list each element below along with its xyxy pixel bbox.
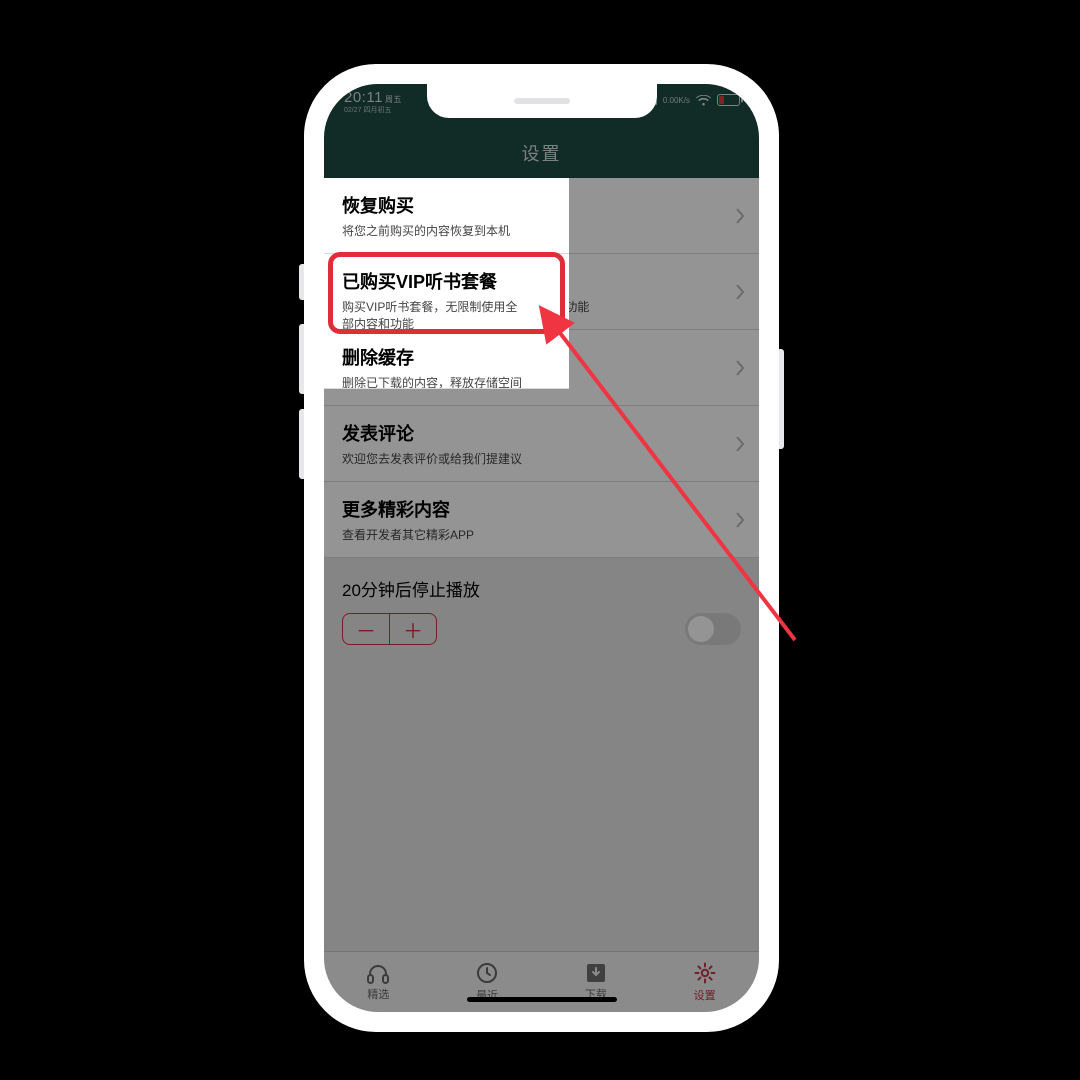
tab-settings[interactable]: 设置 bbox=[650, 952, 759, 1012]
status-date: 02/27 四月初五 bbox=[344, 107, 402, 114]
chevron-right-icon bbox=[735, 360, 745, 376]
tab-label: 设置 bbox=[694, 987, 716, 1003]
content: 恢复购买 将您之前购买的内容恢复到本机 已购买VIP听书套餐 购买VIP听书套餐… bbox=[324, 178, 759, 952]
chevron-right-icon bbox=[735, 208, 745, 224]
battery-icon bbox=[717, 94, 743, 106]
row-subtitle: 将您之前购买的内容恢复到本机 bbox=[342, 222, 719, 239]
row-subtitle: 查看开发者其它精彩APP bbox=[342, 526, 719, 543]
sleep-timer-label: 20分钟后停止播放 bbox=[342, 576, 741, 601]
row-title: 更多精彩内容 bbox=[342, 496, 719, 522]
tab-recent[interactable]: 最近 bbox=[433, 952, 542, 1012]
row-title: 已购买VIP听书套餐 bbox=[342, 268, 719, 294]
row-clear-cache[interactable]: 删除缓存 删除已下载的内容，释放存储空间 bbox=[324, 330, 759, 406]
sleep-timer-stepper: － ＋ bbox=[342, 613, 437, 645]
row-more-apps[interactable]: 更多精彩内容 查看开发者其它精彩APP bbox=[324, 482, 759, 558]
row-sleep-timer: 20分钟后停止播放 － ＋ bbox=[324, 558, 759, 657]
tab-bar: 精选 最近 下载 设置 bbox=[324, 951, 759, 1012]
tab-featured[interactable]: 精选 bbox=[324, 952, 433, 1012]
tab-downloads[interactable]: 下载 bbox=[542, 952, 651, 1012]
row-vip-purchased[interactable]: 已购买VIP听书套餐 购买VIP听书套餐，无限制使用全部内容和功能 bbox=[324, 254, 759, 330]
status-time: 20:11 bbox=[344, 89, 383, 106]
clock-icon bbox=[475, 961, 499, 985]
row-title: 删除缓存 bbox=[342, 344, 719, 370]
chevron-right-icon bbox=[735, 436, 745, 452]
row-title: 恢复购买 bbox=[342, 192, 719, 218]
chevron-right-icon bbox=[735, 284, 745, 300]
status-day: 周五 bbox=[385, 95, 402, 104]
navbar: 设置 bbox=[324, 128, 759, 178]
row-subtitle: 删除已下载的内容，释放存储空间 bbox=[342, 374, 719, 391]
row-restore-purchase[interactable]: 恢复购买 将您之前购买的内容恢复到本机 bbox=[324, 178, 759, 254]
screen: 20:11周五 02/27 四月初五 0.00K/s 设置 bbox=[324, 84, 759, 1012]
row-subtitle: 购买VIP听书套餐，无限制使用全部内容和功能 bbox=[342, 298, 719, 315]
wifi-icon bbox=[696, 95, 711, 106]
headphones-icon bbox=[366, 962, 390, 984]
home-indicator bbox=[467, 997, 617, 1002]
notch bbox=[427, 84, 657, 118]
phone-frame: 20:11周五 02/27 四月初五 0.00K/s 设置 bbox=[304, 64, 779, 1032]
gear-icon bbox=[693, 961, 717, 985]
stepper-plus[interactable]: ＋ bbox=[389, 614, 436, 644]
chevron-right-icon bbox=[735, 512, 745, 528]
row-subtitle: 欢迎您去发表评价或给我们提建议 bbox=[342, 450, 719, 467]
status-net-speed: 0.00K/s bbox=[663, 96, 690, 105]
download-icon bbox=[585, 962, 607, 984]
tab-label: 精选 bbox=[367, 986, 389, 1002]
row-title: 发表评论 bbox=[342, 420, 719, 446]
page-title: 设置 bbox=[522, 140, 562, 166]
sleep-timer-switch[interactable] bbox=[685, 613, 741, 645]
stepper-minus[interactable]: － bbox=[343, 614, 389, 644]
row-write-review[interactable]: 发表评论 欢迎您去发表评价或给我们提建议 bbox=[324, 406, 759, 482]
